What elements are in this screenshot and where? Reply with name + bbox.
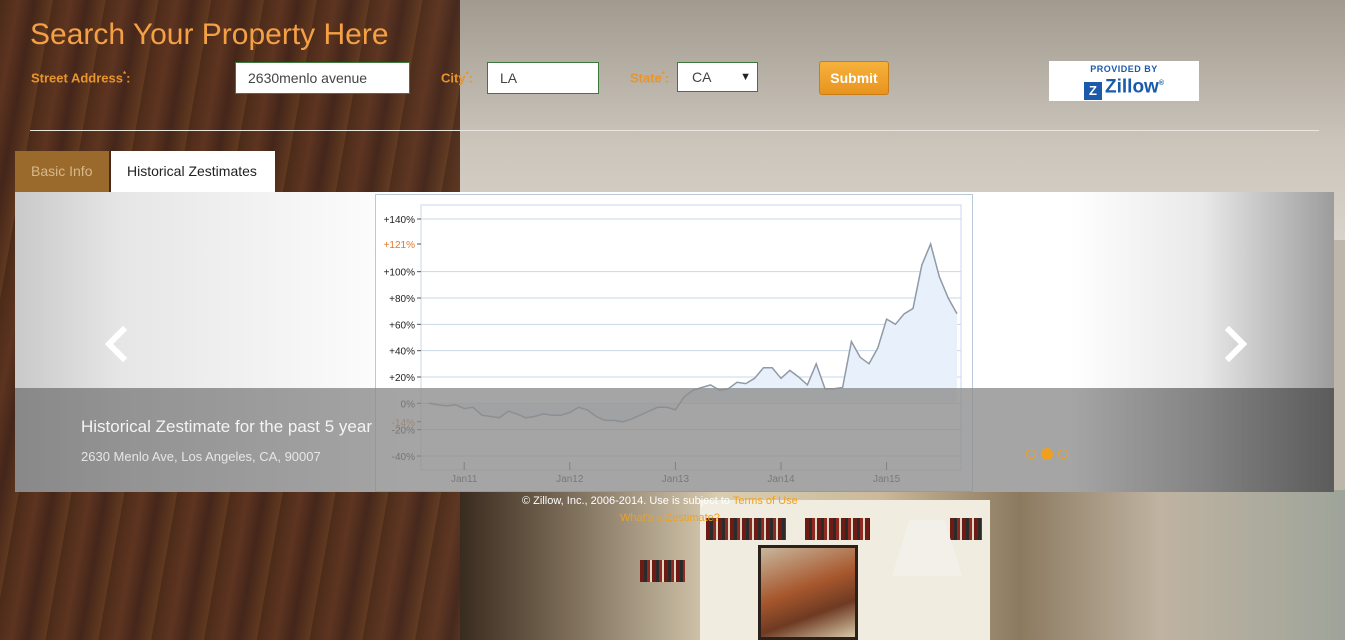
carousel: +140%+121%+100%+80%+60%+40%+20%0%-14%-20… bbox=[15, 192, 1334, 492]
state-label: State*: bbox=[630, 70, 670, 86]
carousel-indicator-active[interactable] bbox=[1041, 448, 1053, 460]
y-tick-label: +40% bbox=[389, 347, 415, 358]
chevron-left-icon bbox=[104, 325, 128, 363]
carousel-indicator[interactable] bbox=[1058, 449, 1068, 459]
y-tick-label: +60% bbox=[389, 320, 415, 331]
zillow-brand: Z Zillow® bbox=[1049, 74, 1199, 101]
state-select-value: CA bbox=[692, 69, 712, 85]
submit-button[interactable]: Submit bbox=[819, 61, 889, 95]
whats-zestimate-row: What's a Zestimate? bbox=[620, 512, 720, 524]
carousel-indicator[interactable] bbox=[1026, 449, 1036, 459]
whats-a-zestimate-link[interactable]: What's a Zestimate? bbox=[620, 512, 720, 524]
tab-historical-zestimates[interactable]: Historical Zestimates bbox=[111, 151, 275, 192]
carousel-next-button[interactable] bbox=[1221, 325, 1251, 363]
registered-mark: ® bbox=[1158, 80, 1164, 87]
copyright-text: © Zillow, Inc., 2006-2014. Use is subjec… bbox=[522, 495, 798, 507]
city-input[interactable]: LA bbox=[487, 62, 599, 94]
page-title: Search Your Property Here bbox=[30, 18, 389, 51]
y-tick-label: +80% bbox=[389, 294, 415, 305]
carousel-indicators bbox=[1026, 446, 1073, 464]
terms-of-use-link[interactable]: Terms of Use bbox=[733, 495, 798, 507]
y-tick-label: +140% bbox=[384, 215, 416, 226]
city-label: City*: bbox=[441, 70, 474, 86]
state-select[interactable]: CA ▼ bbox=[677, 62, 758, 92]
y-tick-label: +100% bbox=[384, 268, 416, 279]
background-painting bbox=[758, 545, 858, 640]
zillow-logo-icon: Z bbox=[1084, 82, 1102, 101]
carousel-caption-address: 2630 Menlo Ave, Los Angeles, CA, 90007 bbox=[81, 449, 321, 464]
y-tick-label: +121% bbox=[384, 240, 416, 251]
carousel-prev-button[interactable] bbox=[101, 325, 131, 363]
background-books bbox=[950, 518, 982, 540]
background-books bbox=[640, 560, 685, 582]
caret-down-icon: ▼ bbox=[740, 71, 751, 83]
provided-by-label: PROVIDED BY bbox=[1090, 64, 1158, 74]
copyright-label: © Zillow, Inc., 2006-2014. Use is subjec… bbox=[522, 495, 731, 507]
y-tick-label: +20% bbox=[389, 373, 415, 384]
zillow-provider-logo[interactable]: PROVIDED BY Z Zillow® bbox=[1049, 61, 1199, 101]
chevron-right-icon bbox=[1224, 325, 1248, 363]
carousel-caption-title: Historical Zestimate for the past 5 year bbox=[81, 417, 373, 436]
background-books bbox=[805, 518, 870, 540]
street-address-input[interactable]: 2630menlo avenue bbox=[235, 62, 410, 94]
carousel-caption-overlay bbox=[15, 388, 1334, 492]
header-divider bbox=[30, 130, 1319, 131]
tab-basic-info[interactable]: Basic Info bbox=[15, 151, 109, 192]
street-address-label: Street Address*: bbox=[31, 70, 131, 86]
zillow-brand-text: Zillow bbox=[1105, 76, 1159, 98]
